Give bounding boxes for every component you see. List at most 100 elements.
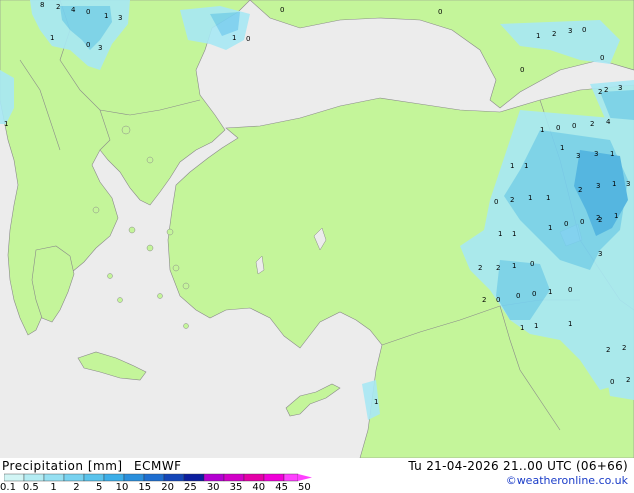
legend-swatch <box>63 473 85 482</box>
map-value: 1 <box>510 162 514 170</box>
map-value: 1 <box>104 12 108 20</box>
map-value: 0 <box>496 296 500 304</box>
map-value: 0 <box>246 35 250 43</box>
map-value: 3 <box>576 152 580 160</box>
map-value: 3 <box>596 182 600 190</box>
map-value: 0 <box>600 54 604 62</box>
map-value: 0 <box>564 220 568 228</box>
map-value: 1 <box>612 180 616 188</box>
map-value: 0 <box>438 8 442 16</box>
map-value: 1 <box>512 230 516 238</box>
map-value: 1 <box>548 288 552 296</box>
legend-swatch <box>143 473 165 482</box>
legend-swatch <box>243 473 265 482</box>
legend-arrow <box>298 474 312 481</box>
map-value: 2 <box>598 88 602 96</box>
legend-tick-label: 45 <box>275 482 288 493</box>
map-value: 2 <box>604 86 608 94</box>
legend-tick-label: 5 <box>96 482 103 493</box>
map-value: 3 <box>594 150 598 158</box>
legend-swatch <box>263 473 285 482</box>
map-value: 0 <box>86 8 90 16</box>
map-value: 3 <box>118 14 122 22</box>
legend-tick-label: 0.1 <box>0 482 16 493</box>
map-value: 2 <box>598 216 602 224</box>
map-value: 1 <box>614 212 618 220</box>
legend-swatch <box>163 473 185 482</box>
map-value: 1 <box>512 262 516 270</box>
legend-tick-label: 1 <box>50 482 57 493</box>
map-value: 0 <box>556 124 560 132</box>
map-value: 0 <box>580 218 584 226</box>
map-value: 0 <box>572 122 576 130</box>
legend-swatch <box>203 473 225 482</box>
map-value: 1 <box>610 150 614 158</box>
legend-swatch <box>183 473 205 482</box>
map-value: 0 <box>494 198 498 206</box>
map-value: 2 <box>622 344 626 352</box>
map-value: 1 <box>536 32 540 40</box>
legend-swatch <box>103 473 125 482</box>
map-value: 1 <box>528 194 532 202</box>
legend-tick-label: 20 <box>161 482 174 493</box>
map-value: 3 <box>598 250 602 258</box>
map-value: 1 <box>232 34 236 42</box>
legend-tick-label: 0.5 <box>22 482 39 493</box>
legend-tick-label: 2 <box>73 482 80 493</box>
map-value: 2 <box>482 296 486 304</box>
legend-tick-label: 10 <box>115 482 129 493</box>
map-value: 2 <box>626 376 630 384</box>
map-value: 2 <box>56 3 60 11</box>
map-value: 0 <box>530 260 534 268</box>
map-value: 1 <box>534 322 538 330</box>
map-value: 1 <box>548 224 552 232</box>
map-value: 0 <box>582 26 586 34</box>
legend-tick-label: 25 <box>184 482 197 493</box>
map-value: 3 <box>98 44 102 52</box>
legend-swatch <box>123 473 145 482</box>
map-value: 2 <box>510 196 514 204</box>
map-value: 0 <box>86 41 90 49</box>
map-value: 4 <box>71 6 76 14</box>
legend-tick-label: 35 <box>229 482 243 493</box>
legend-title: Precipitation [mm] <box>2 459 123 473</box>
legend-swatch <box>43 473 65 482</box>
map-value: 4 <box>606 118 611 126</box>
map-value: 2 <box>496 264 500 272</box>
map-value: 8 <box>40 1 44 9</box>
map-value: 1 <box>560 144 564 152</box>
map-value: 1 <box>520 324 524 332</box>
legend-swatch <box>4 473 25 482</box>
map-value: 2 <box>590 120 594 128</box>
valid-time: Tu 21-04-2026 21..00 UTC (06+66) <box>408 459 628 473</box>
legend-tick-label: 15 <box>138 482 152 493</box>
map-value: 3 <box>618 84 622 92</box>
map-value: 2 <box>478 264 482 272</box>
map-value: 0 <box>520 66 524 74</box>
map-value: 1 <box>498 230 502 238</box>
map-value: 1 <box>540 126 544 134</box>
map-value: 1 <box>4 120 8 128</box>
map-value: 1 <box>50 34 54 42</box>
legend-swatch <box>83 473 105 482</box>
map-value: 0 <box>610 378 614 386</box>
map-value: 0 <box>532 290 536 298</box>
map-value: 0 <box>516 292 520 300</box>
legend-swatch <box>23 473 45 482</box>
legend-swatch <box>223 473 245 482</box>
legend-tick-label: 50 <box>298 482 311 493</box>
map-value: 0 <box>280 6 284 14</box>
credit-link[interactable]: ©weatheronline.co.uk <box>506 474 628 487</box>
map-value: 2 <box>578 186 582 194</box>
map-value: 1 <box>524 162 528 170</box>
map-value: 3 <box>626 180 630 188</box>
legend-swatch <box>283 473 299 482</box>
legend-tick-label: 30 <box>206 482 220 493</box>
map-value: 1 <box>568 320 572 328</box>
map-value: 3 <box>568 27 572 35</box>
map-value: 2 <box>552 30 556 38</box>
model-name: ECMWF <box>134 459 182 473</box>
map-value: 1 <box>546 194 550 202</box>
legend-tick-label: 40 <box>252 482 266 493</box>
map-value: 1 <box>374 398 378 406</box>
